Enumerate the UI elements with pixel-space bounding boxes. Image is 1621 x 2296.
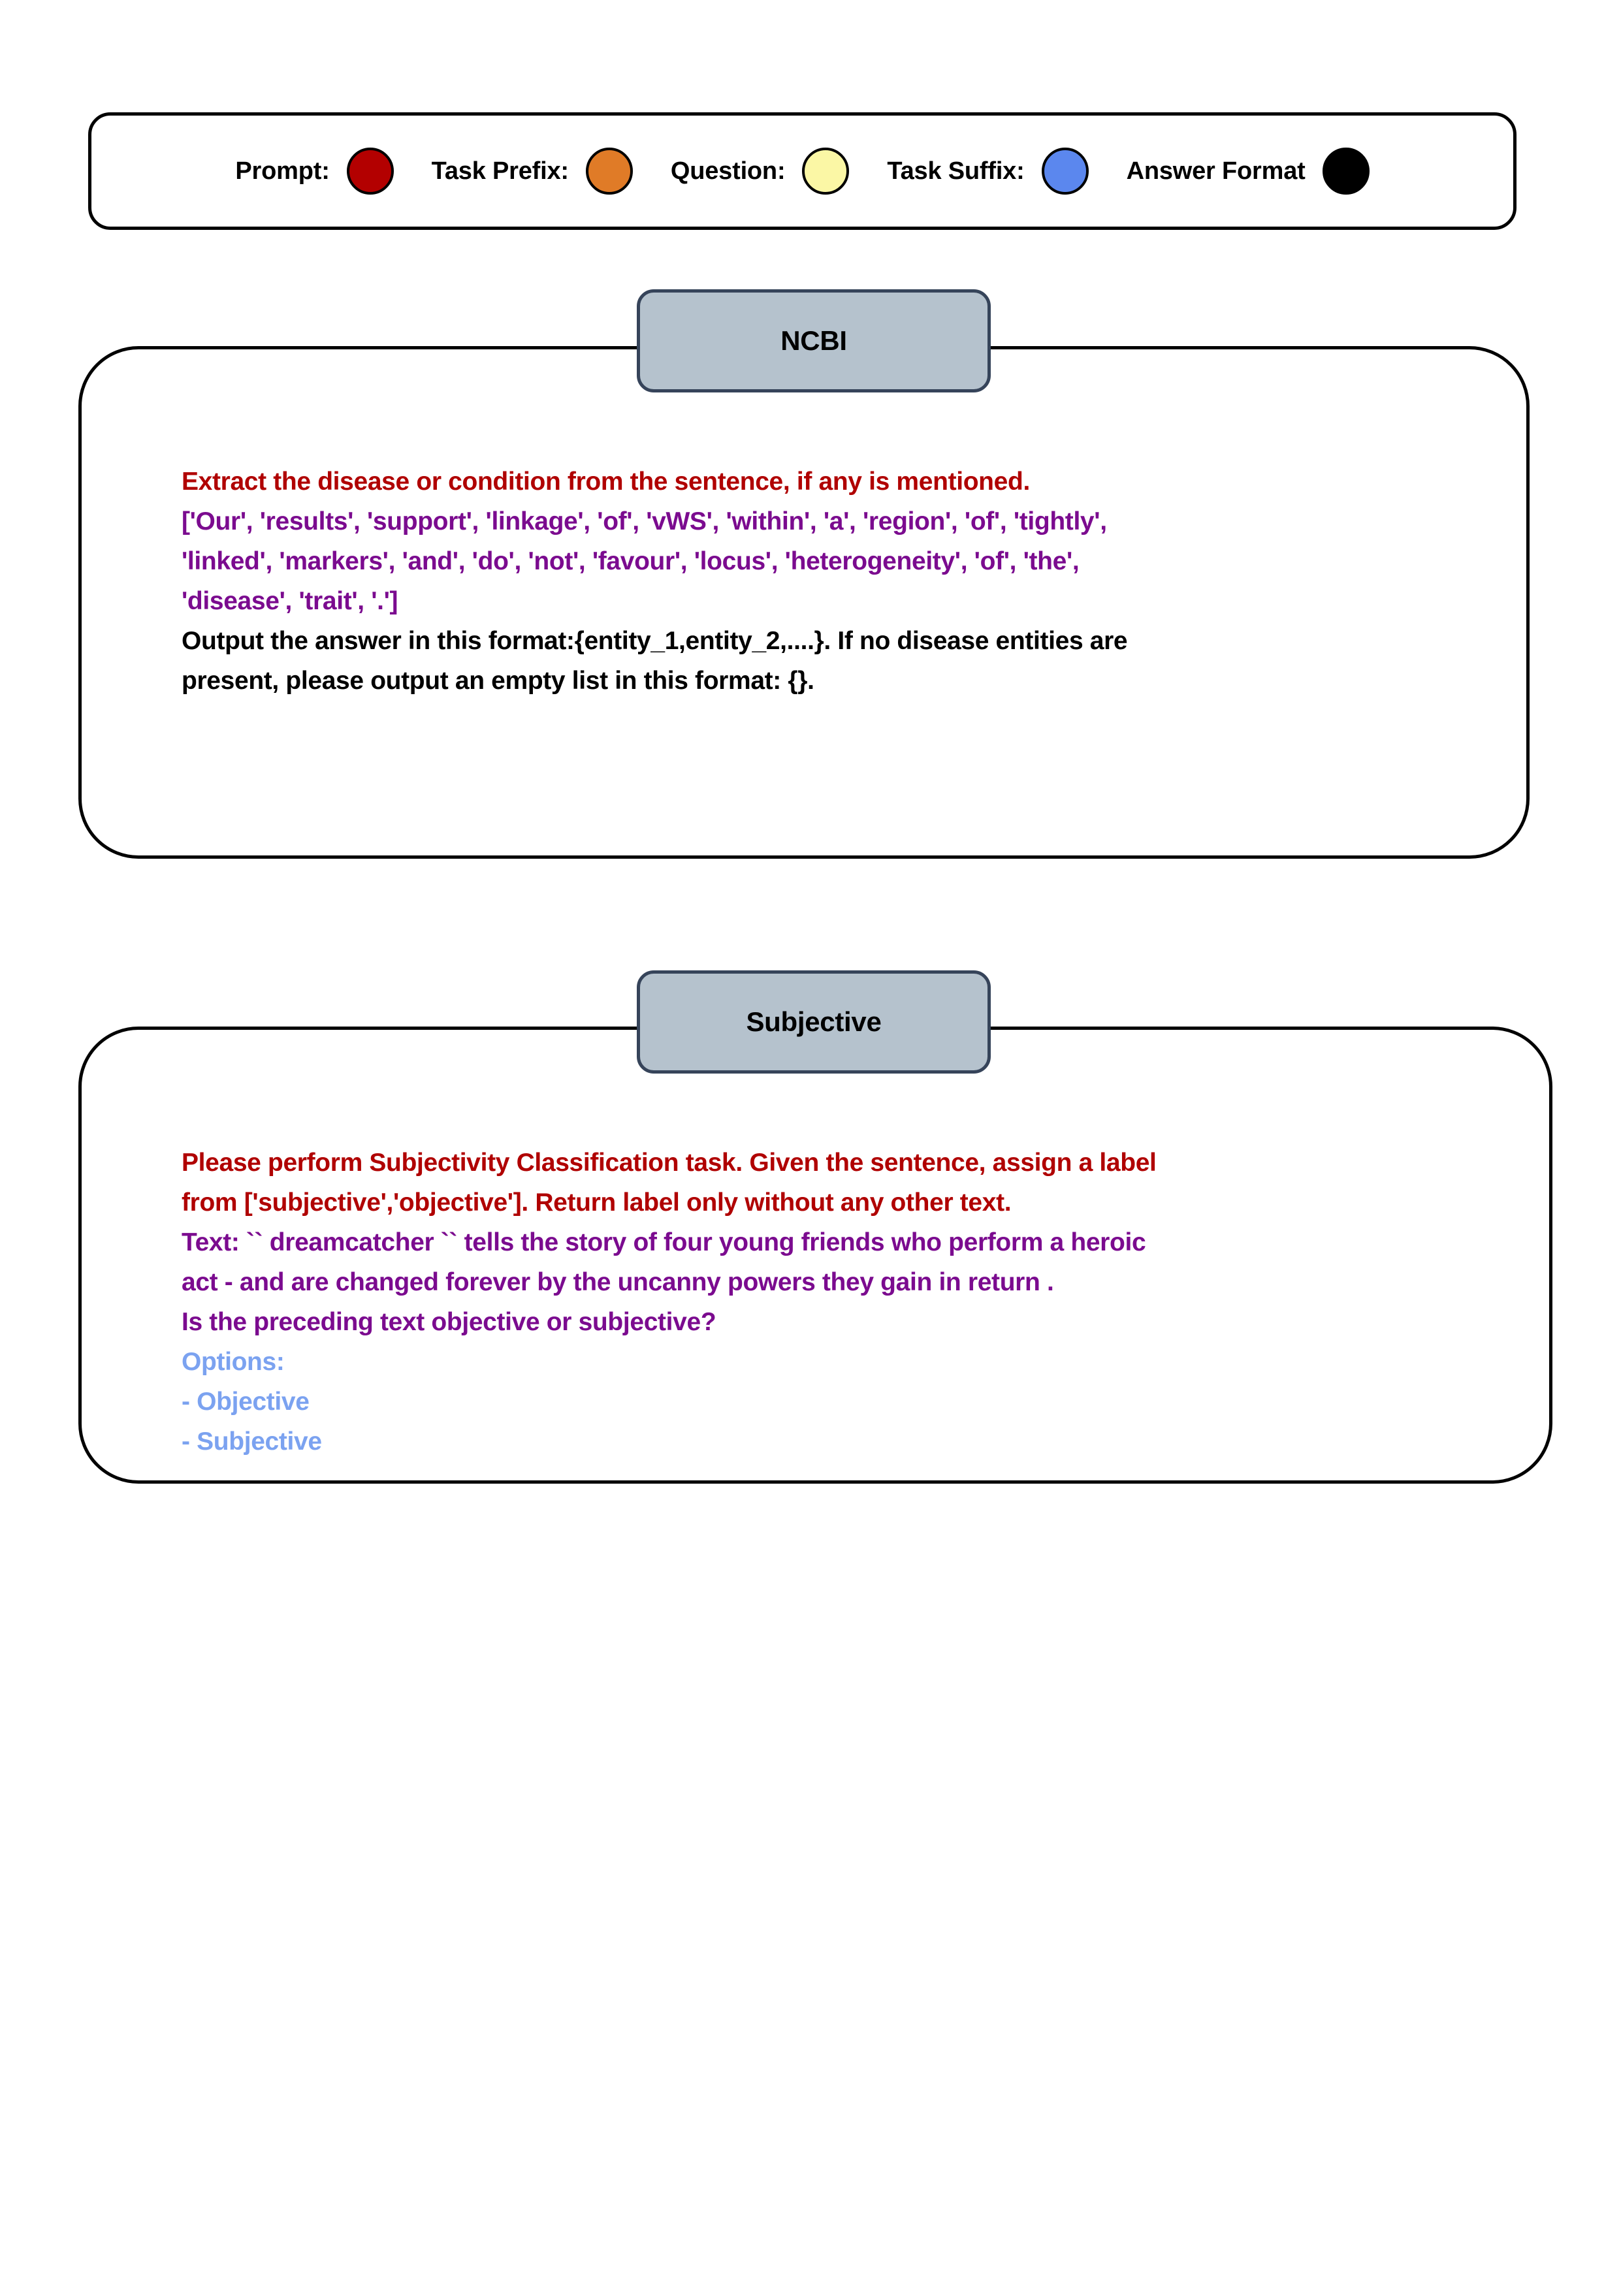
- legend-swatch-task-prefix: [585, 148, 633, 195]
- legend-item-0: Prompt:: [235, 148, 394, 195]
- legend-item-1: Task Prefix:: [432, 148, 633, 195]
- legend-label-1: Task Prefix:: [431, 157, 569, 185]
- legend-swatch-answer-format: [1322, 148, 1370, 195]
- card-title-subjective: Subjective: [746, 1006, 882, 1037]
- legend-panel: Prompt: Task Prefix: Question: Task Suffix:…: [88, 112, 1517, 230]
- prompt-line-question: ['Our', 'results', 'support', 'linkage',…: [182, 507, 1107, 535]
- card-header-ncbi: NCBI: [637, 289, 991, 392]
- legend-item-4: Answer Format: [1127, 148, 1370, 195]
- prompt-line-prompt: Extract the disease or condition from th…: [182, 468, 1030, 496]
- prompt-line-options: - Subjective: [182, 1427, 322, 1456]
- prompt-line-question: Text: `` dreamcatcher `` tells the story…: [182, 1228, 1146, 1256]
- prompt-line-prompt: Please perform Subjectivity Classificati…: [182, 1149, 1157, 1177]
- legend-item-3: Task Suffix:: [887, 148, 1089, 195]
- prompt-line-options: - Objective: [182, 1388, 310, 1416]
- prompt-line-question: Is the preceding text objective or subje…: [182, 1308, 716, 1336]
- prompt-line-answer: Output the answer in this format:{entity…: [182, 627, 1128, 655]
- prompt-line-question: act - and are changed forever by the unc…: [182, 1268, 1054, 1296]
- legend-label-2: Question:: [670, 157, 786, 185]
- prompt-line-prompt: from ['subjective','objective']. Return …: [182, 1188, 1012, 1217]
- prompt-line-question: 'linked', 'markers', 'and', 'do', 'not',…: [182, 547, 1080, 575]
- legend-item-2: Question:: [671, 148, 850, 195]
- legend-label-0: Prompt:: [235, 157, 330, 185]
- prompt-line-question: 'disease', 'trait', '.']: [182, 587, 398, 615]
- prompt-line-options: Options:: [182, 1348, 285, 1376]
- legend-label-3: Task Suffix:: [887, 157, 1025, 185]
- legend-item-row: Prompt: Task Prefix: Question: Task Suffix:…: [91, 116, 1513, 227]
- legend-label-4: Answer Format: [1126, 157, 1306, 185]
- legend-swatch-task-suffix: [1041, 148, 1089, 195]
- card-body-ncbi: Extract the disease or condition from th…: [182, 462, 1475, 701]
- legend-swatch-question: [802, 148, 850, 195]
- card-body-subjective: Please perform Subjectivity Classificati…: [182, 1143, 1507, 1461]
- legend-swatch-prompt: [346, 148, 394, 195]
- card-header-subjective: Subjective: [637, 970, 991, 1074]
- prompt-line-answer: present, please output an empty list in …: [182, 667, 814, 695]
- card-title-ncbi: NCBI: [780, 325, 847, 356]
